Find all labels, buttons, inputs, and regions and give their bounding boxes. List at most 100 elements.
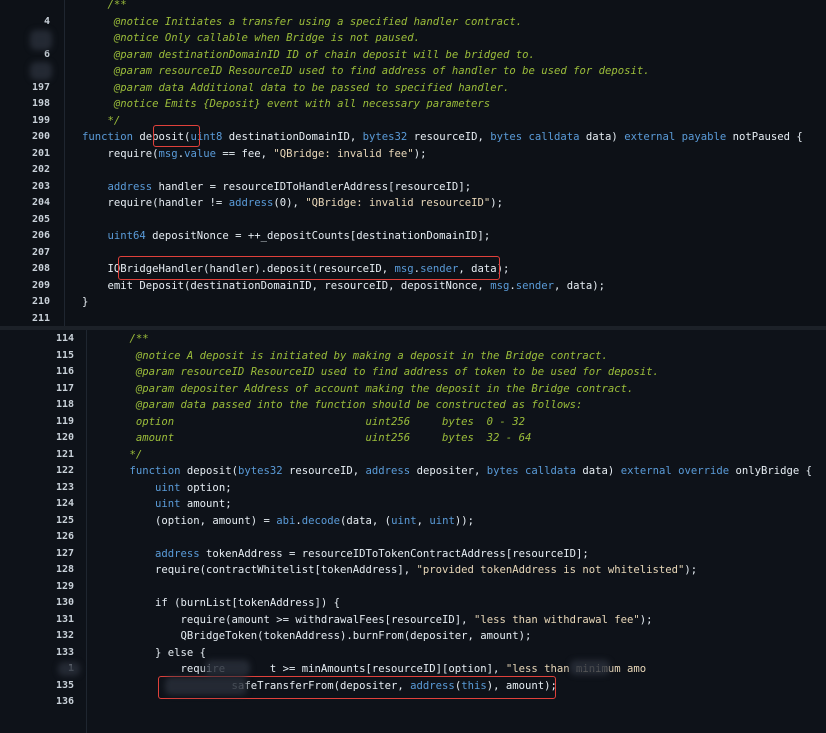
code-line: 205 bbox=[0, 212, 826, 229]
code-token: bytes calldata bbox=[486, 465, 577, 477]
code-token: amount uint256 bytes 32 - 64 bbox=[104, 432, 532, 444]
code-text: /** bbox=[104, 331, 149, 348]
line-number: 133 bbox=[55, 646, 74, 658]
code-token: @param resourceID ResourceID used to fin… bbox=[82, 65, 650, 77]
code-token: function bbox=[82, 131, 140, 143]
code-token: )); bbox=[454, 514, 474, 527]
code-token: address bbox=[82, 180, 153, 193]
code-line: 203 address handler = resourceIDToHandle… bbox=[0, 179, 826, 196]
line-number: 129 bbox=[55, 580, 74, 592]
code-line: 4 @notice Initiates a transfer using a s… bbox=[0, 14, 826, 31]
line-number: 199 bbox=[31, 114, 50, 126]
code-line: 199 */ bbox=[0, 113, 826, 130]
code-token: uint64 bbox=[82, 230, 146, 242]
code-token: uint bbox=[104, 498, 181, 510]
code-token: data) bbox=[576, 465, 621, 477]
code-token: notPaused { bbox=[726, 131, 803, 143]
code-token: /** bbox=[104, 333, 149, 345]
line-number: 119 bbox=[55, 415, 74, 427]
code-token: (0), bbox=[273, 197, 306, 209]
code-token: sender bbox=[515, 279, 555, 292]
code-token: deposit( bbox=[186, 465, 238, 477]
code-token: QBridgeToken(tokenAddress).burnFrom(depo… bbox=[104, 630, 532, 642]
code-text: (option, amount) = abi.decode(data, (uin… bbox=[104, 513, 474, 530]
code-line: 117 @param depositer Address of account … bbox=[0, 381, 826, 398]
line-number: 135 bbox=[55, 679, 74, 691]
code-text: */ bbox=[82, 113, 121, 130]
code-line: 119 option uint256 bytes 0 - 32 bbox=[0, 414, 826, 431]
line-number: 128 bbox=[55, 564, 74, 575]
code-token: require(contractWhitelist[tokenAddress], bbox=[104, 564, 417, 576]
code-line: 132 QBridgeToken(tokenAddress).burnFrom(… bbox=[0, 628, 826, 645]
code-token: ); bbox=[639, 613, 653, 626]
code-line: /** bbox=[0, 0, 826, 14]
line-number: 120 bbox=[55, 432, 74, 443]
blurred-region bbox=[30, 30, 52, 50]
code-token: @param data passed into the function sho… bbox=[104, 399, 583, 411]
code-text: address tokenAddress = resourceIDToToken… bbox=[104, 546, 589, 563]
code-token: address bbox=[228, 197, 274, 209]
code-text: } else { bbox=[104, 645, 206, 662]
line-number: 124 bbox=[55, 498, 74, 509]
code-token: external payable bbox=[624, 131, 727, 143]
line-number: 127 bbox=[55, 547, 74, 559]
code-line: 115 @notice A deposit is initiated by ma… bbox=[0, 348, 826, 365]
highlight-deposit-function-name bbox=[153, 125, 200, 147]
code-token: bytes32 bbox=[362, 131, 408, 143]
line-number: 125 bbox=[55, 514, 74, 526]
code-token: (option, amount) = bbox=[104, 514, 277, 527]
code-text: @param data passed into the function sho… bbox=[104, 397, 582, 414]
code-line: 201 require(msg.value == fee, "QBridge: … bbox=[0, 146, 826, 163]
code-token: bytes calldata bbox=[490, 131, 580, 143]
code-text: require(handler != address(0), "QBridge:… bbox=[82, 195, 503, 212]
code-line: 114 /** bbox=[0, 331, 826, 348]
code-token: @notice Emits {Deposit} event with all n… bbox=[82, 98, 491, 110]
code-line: @param resourceID ResourceID used to fin… bbox=[0, 63, 826, 80]
code-text: @param data Additional data to be passed… bbox=[82, 80, 509, 97]
code-text: @notice Emits {Deposit} event with all n… bbox=[82, 96, 490, 113]
code-token: depositer, bbox=[410, 465, 487, 477]
code-token: */ bbox=[104, 448, 143, 461]
code-text: require(msg.value == fee, "QBridge: inva… bbox=[82, 146, 427, 163]
line-number: 117 bbox=[55, 382, 74, 394]
code-token: emit Deposit(destinationDomainID, resour… bbox=[82, 279, 491, 292]
code-line: 6 @param destinationDomainID ID of chain… bbox=[0, 47, 826, 64]
code-token: @notice Only callable when Bridge is not… bbox=[82, 32, 421, 44]
line-number: 206 bbox=[31, 230, 50, 241]
code-token: amount; bbox=[180, 498, 232, 510]
code-token: option uint256 bytes 0 - 32 bbox=[104, 415, 525, 428]
code-token: == fee, bbox=[215, 147, 274, 160]
code-token: handler = resourceIDToHandlerAddress[res… bbox=[152, 180, 472, 193]
blurred-region bbox=[58, 662, 80, 676]
code-token: ); bbox=[684, 564, 698, 576]
code-token: require( bbox=[82, 147, 159, 160]
line-number: 132 bbox=[55, 630, 74, 641]
code-text: option uint256 bytes 0 - 32 bbox=[104, 414, 525, 431]
blurred-region bbox=[165, 677, 247, 695]
code-token: @param data Additional data to be passed… bbox=[82, 81, 510, 94]
code-token: ); bbox=[413, 147, 427, 160]
code-line: 124 uint amount; bbox=[0, 496, 826, 513]
code-token: external override bbox=[620, 465, 730, 477]
line-number: 210 bbox=[31, 296, 50, 307]
code-line: 210} bbox=[0, 294, 826, 311]
line-number: 130 bbox=[55, 597, 74, 608]
code-token: @notice A deposit is initiated by making… bbox=[104, 349, 608, 362]
code-text: /** bbox=[82, 0, 127, 14]
line-number: 203 bbox=[31, 180, 50, 192]
code-token: require t >= minAmounts[resourceID][opti… bbox=[104, 663, 506, 675]
code-text: uint option; bbox=[104, 480, 232, 497]
code-text: */ bbox=[104, 447, 143, 464]
code-line: 130 if (burnList[tokenAddress]) { bbox=[0, 595, 826, 612]
code-line: 131 require(amount >= withdrawalFees[res… bbox=[0, 612, 826, 629]
code-token: address bbox=[365, 465, 411, 477]
code-token: msg bbox=[158, 147, 178, 160]
code-token: "QBridge: invalid fee" bbox=[273, 147, 414, 160]
code-text: QBridgeToken(tokenAddress).burnFrom(depo… bbox=[104, 628, 532, 645]
code-token: destinationDomainID, bbox=[222, 131, 363, 143]
code-token: option; bbox=[180, 481, 232, 494]
code-token: @param destinationDomainID ID of chain d… bbox=[82, 48, 535, 61]
code-text: function deposit(bytes32 resourceID, add… bbox=[104, 463, 813, 480]
line-number: 209 bbox=[31, 279, 50, 291]
code-line: 200 function deposit(uint8 destinationDom… bbox=[0, 129, 826, 146]
